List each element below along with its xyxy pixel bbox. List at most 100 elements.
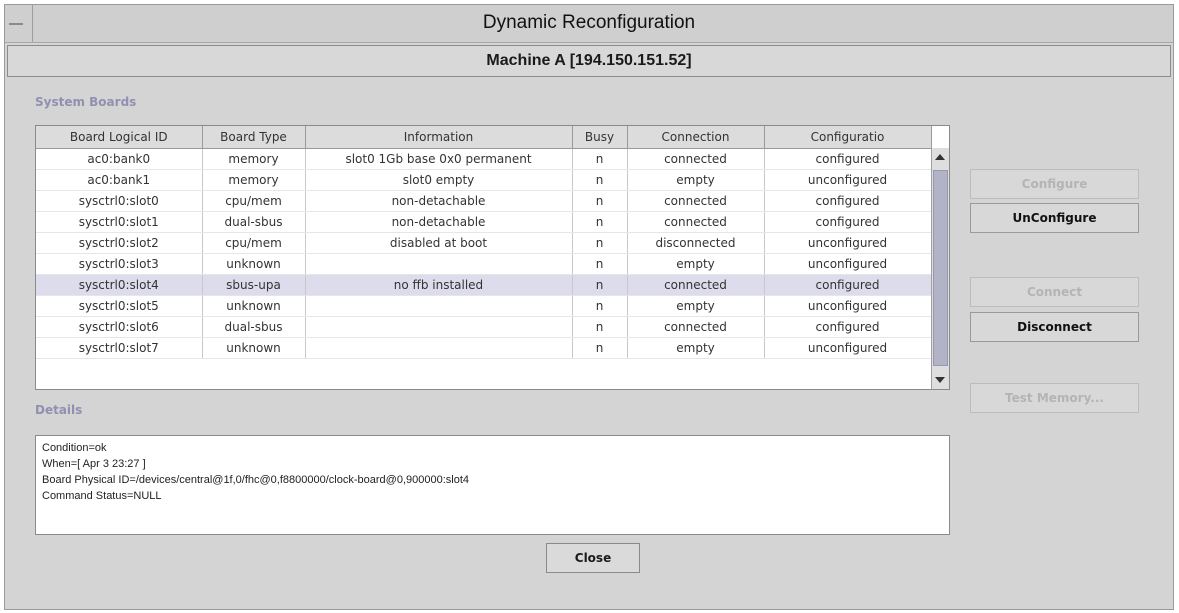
table-cell: sysctrl0:slot6 <box>36 316 203 338</box>
table-cell: slot0 1Gb base 0x0 permanent <box>305 148 573 170</box>
table-cell: connected <box>627 274 765 296</box>
table-cell: non-detachable <box>305 211 573 233</box>
table-cell: disconnected <box>627 232 765 254</box>
table-cell: ac0:bank1 <box>36 169 203 191</box>
table-cell: sysctrl0:slot2 <box>36 232 203 254</box>
table-cell: no ffb installed <box>305 274 573 296</box>
unconfigure-button[interactable]: UnConfigure <box>970 203 1139 233</box>
table-cell: empty <box>627 337 765 359</box>
table-cell: sbus-upa <box>202 274 306 296</box>
table-cell: unknown <box>202 337 306 359</box>
table-cell: n <box>572 316 628 338</box>
table-cell: cpu/mem <box>202 232 306 254</box>
table-cell: ac0:bank0 <box>36 148 203 170</box>
title-bar[interactable]: Dynamic Reconfiguration <box>5 5 1173 43</box>
scroll-up-arrow-icon[interactable] <box>935 154 945 160</box>
table-cell: empty <box>627 169 765 191</box>
table-cell: n <box>572 232 628 254</box>
details-line: When=[ Apr 3 23:27 ] <box>42 458 146 470</box>
details-line: Board Physical ID=/devices/central@1f,0/… <box>42 474 469 486</box>
table-row[interactable]: ac0:bank0 memory slot0 1Gb base 0x0 perman… <box>36 148 932 170</box>
table-cell: cpu/mem <box>202 190 306 212</box>
column-header[interactable]: Board Logical ID <box>36 126 203 149</box>
table-row[interactable]: sysctrl0:slot2 cpu/mem disabled at boot n di… <box>36 232 932 254</box>
table-row[interactable]: sysctrl0:slot3 unknown n empty unconfigured <box>36 253 932 275</box>
table-cell <box>305 337 573 359</box>
table-cell: connected <box>627 211 765 233</box>
connect-button[interactable]: Connect <box>970 277 1139 307</box>
table-row[interactable]: sysctrl0:slot4 sbus-upa no ffb installed n c… <box>36 274 932 296</box>
details-line: Condition=ok <box>42 442 107 454</box>
table-cell: empty <box>627 253 765 275</box>
table-cell: sysctrl0:slot4 <box>36 274 203 296</box>
table-row[interactable]: ac0:bank1 memory slot0 empty n empty unconfig… <box>36 169 932 191</box>
machine-header: Machine A [194.150.151.52] <box>7 45 1171 77</box>
table-cell <box>305 316 573 338</box>
table-row[interactable]: sysctrl0:slot0 cpu/mem non-detachable n conn… <box>36 190 932 212</box>
table-cell: non-detachable <box>305 190 573 212</box>
table-cell: unknown <box>202 295 306 317</box>
close-button[interactable]: Close <box>546 543 640 573</box>
table-cell: disabled at boot <box>305 232 573 254</box>
table-cell: configured <box>764 190 932 212</box>
table-cell: n <box>572 148 628 170</box>
table-cell <box>305 295 573 317</box>
table-cell: n <box>572 274 628 296</box>
table-cell: n <box>572 253 628 275</box>
details-label: Details <box>35 403 83 417</box>
table-cell <box>305 253 573 275</box>
table-cell: unconfigured <box>764 169 932 191</box>
table-cell: slot0 empty <box>305 169 573 191</box>
table-cell: unconfigured <box>764 295 932 317</box>
column-header[interactable]: Configuratio <box>764 126 932 149</box>
table-cell: memory <box>202 148 306 170</box>
table-cell: configured <box>764 211 932 233</box>
window-title: Dynamic Reconfiguration <box>482 12 696 33</box>
table-cell: sysctrl0:slot0 <box>36 190 203 212</box>
table-cell: sysctrl0:slot1 <box>36 211 203 233</box>
details-line: Command Status=NULL <box>42 490 162 502</box>
system-boards-table: Board Logical ID Board Type Information … <box>35 125 950 390</box>
table-cell: n <box>572 190 628 212</box>
table-cell: dual-sbus <box>202 211 306 233</box>
table-cell: sysctrl0:slot3 <box>36 253 203 275</box>
table-cell: memory <box>202 169 306 191</box>
column-header[interactable]: Connection <box>627 126 765 149</box>
table-row[interactable]: sysctrl0:slot5 unknown n empty unconfigured <box>36 295 932 317</box>
table-row[interactable]: sysctrl0:slot7 unknown n empty unconfigured <box>36 337 932 359</box>
table-cell: n <box>572 169 628 191</box>
configure-button[interactable]: Configure <box>970 169 1139 199</box>
test-memory-button[interactable]: Test Memory... <box>970 383 1139 413</box>
table-cell: unknown <box>202 253 306 275</box>
table-cell: sysctrl0:slot5 <box>36 295 203 317</box>
table-cell: sysctrl0:slot7 <box>36 337 203 359</box>
table-header-row: Board Logical ID Board Type Information … <box>36 126 932 149</box>
table-cell: unconfigured <box>764 232 932 254</box>
system-boards-label: System Boards <box>35 95 137 109</box>
table-cell: unconfigured <box>764 337 932 359</box>
details-text-area[interactable]: Condition=ok When=[ Apr 3 23:27 ] Board … <box>35 435 950 535</box>
table-cell: configured <box>764 316 932 338</box>
table-cell: connected <box>627 190 765 212</box>
table-scrollbar[interactable] <box>931 148 949 389</box>
table-cell: n <box>572 211 628 233</box>
table-cell: unconfigured <box>764 253 932 275</box>
scroll-down-arrow-icon[interactable] <box>935 377 945 383</box>
table-row[interactable]: sysctrl0:slot1 dual-sbus non-detachable n co… <box>36 211 932 233</box>
table-cell: n <box>572 295 628 317</box>
column-header[interactable]: Board Type <box>202 126 306 149</box>
column-header[interactable]: Information <box>305 126 573 149</box>
column-header[interactable]: Busy <box>572 126 628 149</box>
dynamic-reconfiguration-window: Dynamic Reconfiguration Machine A [194.1… <box>4 4 1174 610</box>
table-cell: connected <box>627 148 765 170</box>
table-cell: empty <box>627 295 765 317</box>
table-cell: n <box>572 337 628 359</box>
table-cell: connected <box>627 316 765 338</box>
table-cell: configured <box>764 274 932 296</box>
boards-grid: Board Logical ID Board Type Information … <box>36 126 932 359</box>
table-cell: configured <box>764 148 932 170</box>
table-row[interactable]: sysctrl0:slot6 dual-sbus n connected configu… <box>36 316 932 338</box>
scrollbar-thumb[interactable] <box>933 170 948 366</box>
table-cell: dual-sbus <box>202 316 306 338</box>
disconnect-button[interactable]: Disconnect <box>970 312 1139 342</box>
